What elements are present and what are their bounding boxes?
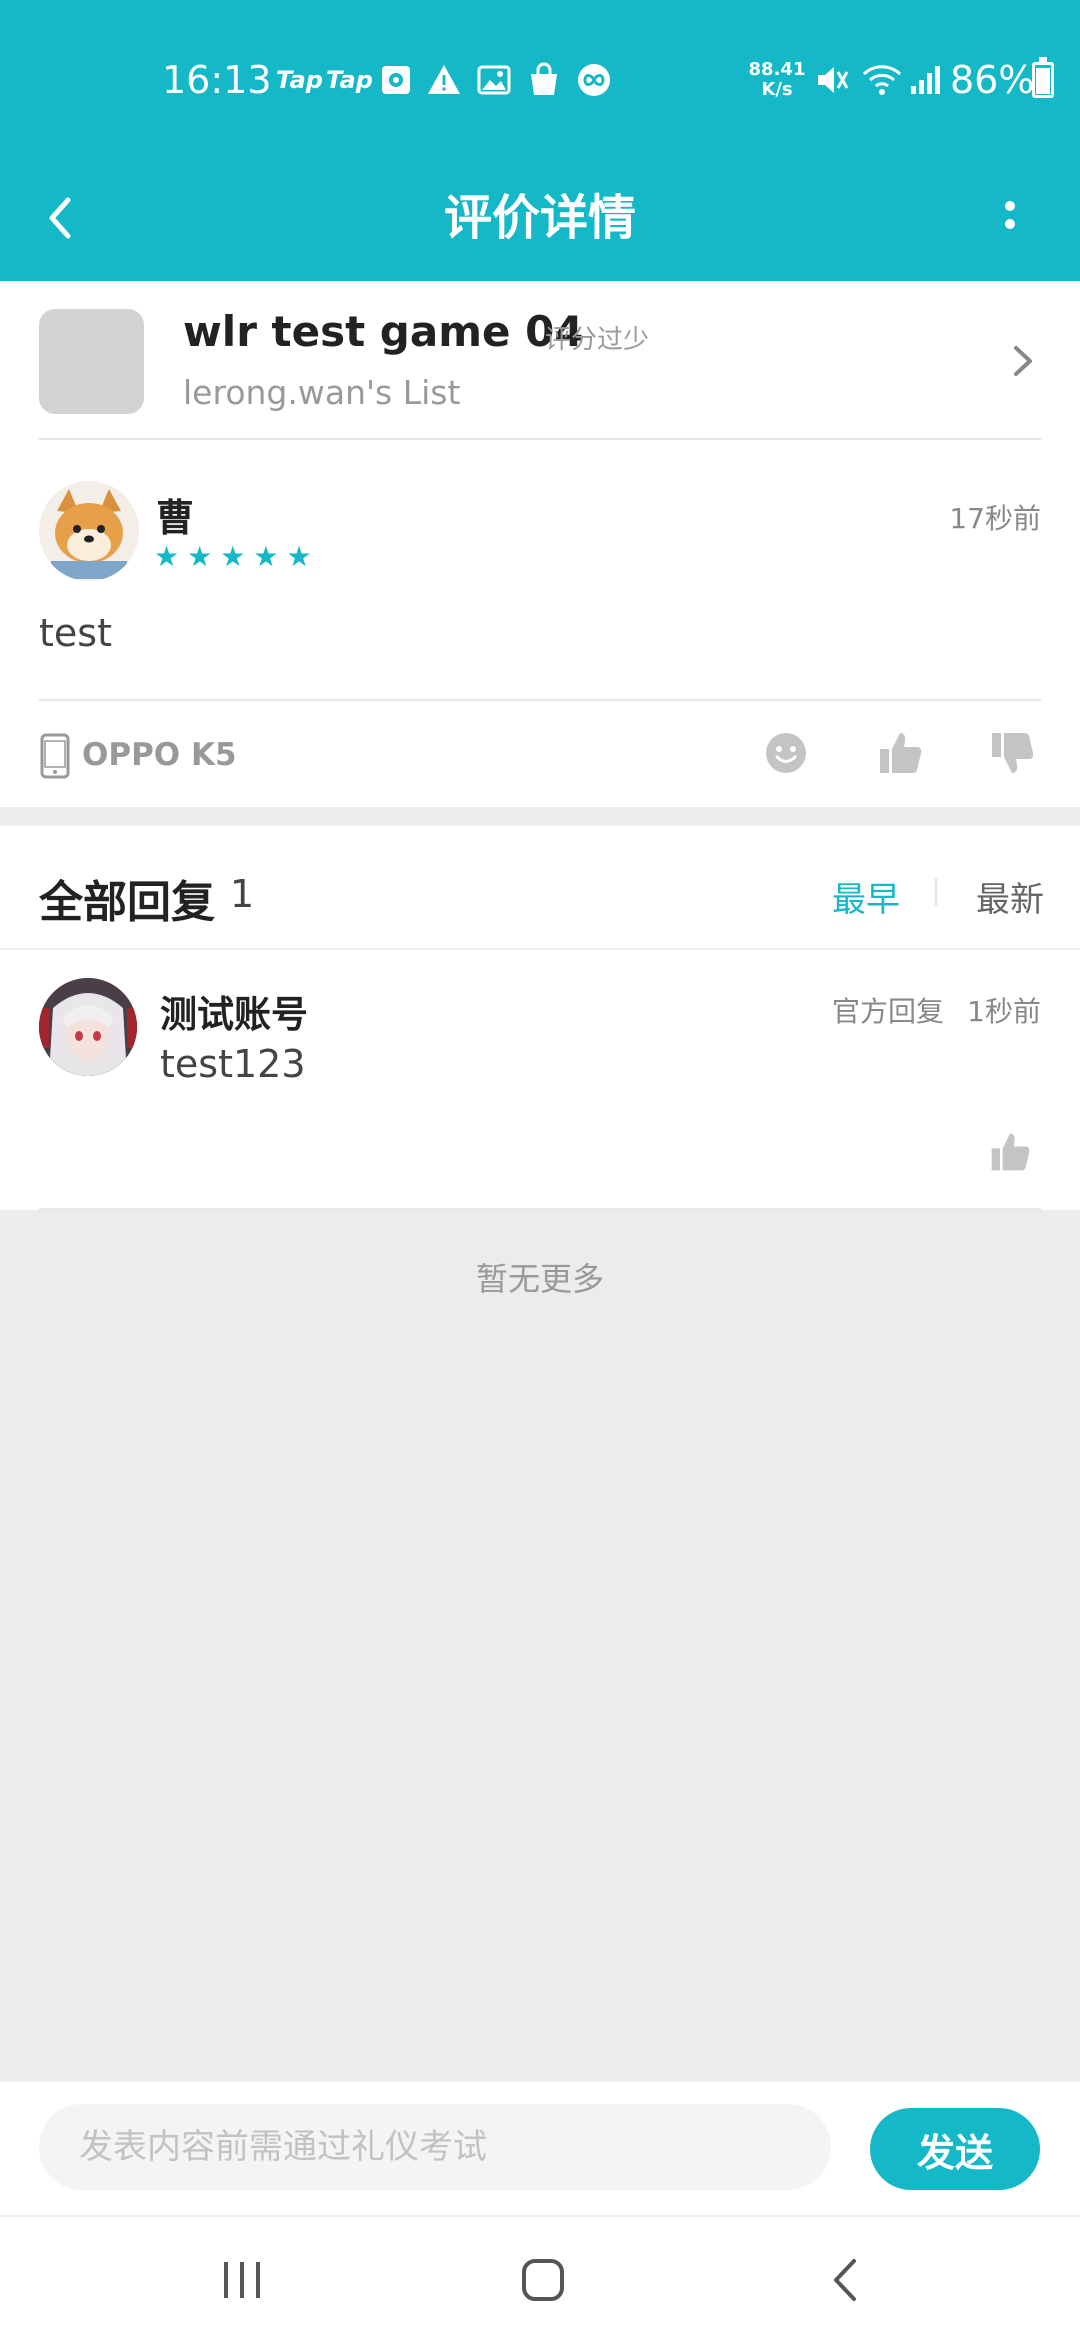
wifi-icon xyxy=(862,65,902,95)
star-icon: ★ xyxy=(187,540,213,573)
back-nav-icon[interactable] xyxy=(812,2245,882,2315)
sort-earliest-tab[interactable]: 最早 xyxy=(832,872,900,921)
avatar[interactable] xyxy=(39,978,137,1076)
replier-name: 测试账号 xyxy=(160,993,308,1036)
review-text: test xyxy=(39,611,112,655)
no-more-text: 暂无更多 xyxy=(475,1260,604,1298)
signal-icon xyxy=(911,66,940,94)
reply-input[interactable] xyxy=(39,2104,831,2190)
taptap-notification-icon: Tap xyxy=(326,66,373,94)
phone-icon xyxy=(40,733,70,779)
status-time: 16:13 xyxy=(162,58,272,102)
star-icon: ★ xyxy=(286,540,312,573)
official-reply-badge: 官方回复 xyxy=(832,995,945,1028)
game-list-name: lerong.wan's List xyxy=(183,373,461,412)
screen-record-icon xyxy=(382,66,410,94)
divider xyxy=(39,1208,1041,1210)
recent-apps-icon[interactable] xyxy=(207,2245,277,2315)
star-icon: ★ xyxy=(154,540,180,573)
score-note: 评分过少 xyxy=(545,325,650,355)
review-time: 17秒前 xyxy=(949,502,1041,535)
reply-item: 测试账号 官方回复 1秒前 test123 xyxy=(0,950,1080,1210)
thumbs-down-icon[interactable] xyxy=(988,729,1036,777)
infinity-app-icon xyxy=(578,64,610,96)
reply-time: 1秒前 xyxy=(967,995,1041,1028)
reply-composer: 发送 xyxy=(0,2082,1080,2215)
home-icon[interactable] xyxy=(508,2245,578,2315)
replies-header: 全部回复 1 最早 最新 xyxy=(0,826,1080,948)
battery-icon xyxy=(1032,57,1054,98)
rating-stars: ★ ★ ★ ★ ★ xyxy=(154,543,312,571)
status-bar: 16:13 Tap Tap 88.41 K/s 86% xyxy=(0,0,1080,160)
emoji-reaction-icon[interactable] xyxy=(762,729,810,777)
shiba-avatar-icon xyxy=(39,481,139,581)
gallery-icon xyxy=(477,65,511,95)
divider xyxy=(39,699,1041,701)
shopping-bag-icon xyxy=(531,62,557,95)
more-options-icon[interactable] xyxy=(990,178,1030,258)
game-thumbnail xyxy=(39,309,144,414)
mute-icon xyxy=(818,67,849,93)
warning-icon xyxy=(428,65,460,94)
chevron-right-icon xyxy=(1014,346,1032,376)
star-icon: ★ xyxy=(220,540,246,573)
top-bar: 16:13 Tap Tap 88.41 K/s 86% 评价详情 xyxy=(0,0,1080,281)
send-button[interactable]: 发送 xyxy=(870,2108,1040,2190)
battery-percent: 86% xyxy=(950,58,1035,102)
replies-title: 全部回复 xyxy=(39,877,215,928)
taptap-notification-icon: Tap xyxy=(276,66,323,94)
network-speed: 88.41 K/s xyxy=(748,59,806,100)
replies-count: 1 xyxy=(230,872,255,916)
device-name: OPPO K5 xyxy=(82,737,237,773)
anime-avatar-icon xyxy=(39,978,137,1076)
star-icon: ★ xyxy=(253,540,279,573)
thumbs-up-icon[interactable] xyxy=(988,1130,1032,1174)
thumbs-up-icon[interactable] xyxy=(876,729,924,777)
system-nav-bar xyxy=(0,2215,1080,2340)
page-title: 评价详情 xyxy=(443,190,636,246)
game-title: wlr test game 04 xyxy=(183,307,584,356)
review-card: wlr test game 04 评分过少 lerong.wan's List … xyxy=(0,281,1080,807)
game-info-row[interactable]: wlr test game 04 评分过少 lerong.wan's List xyxy=(0,281,1080,439)
avatar[interactable] xyxy=(39,481,139,581)
reply-text: test123 xyxy=(160,1042,306,1086)
app-bar: 评价详情 xyxy=(0,160,1080,281)
reviewer-name: 曹 xyxy=(156,496,195,540)
divider xyxy=(935,878,937,906)
sort-newest-tab[interactable]: 最新 xyxy=(976,872,1044,921)
divider xyxy=(39,438,1041,440)
